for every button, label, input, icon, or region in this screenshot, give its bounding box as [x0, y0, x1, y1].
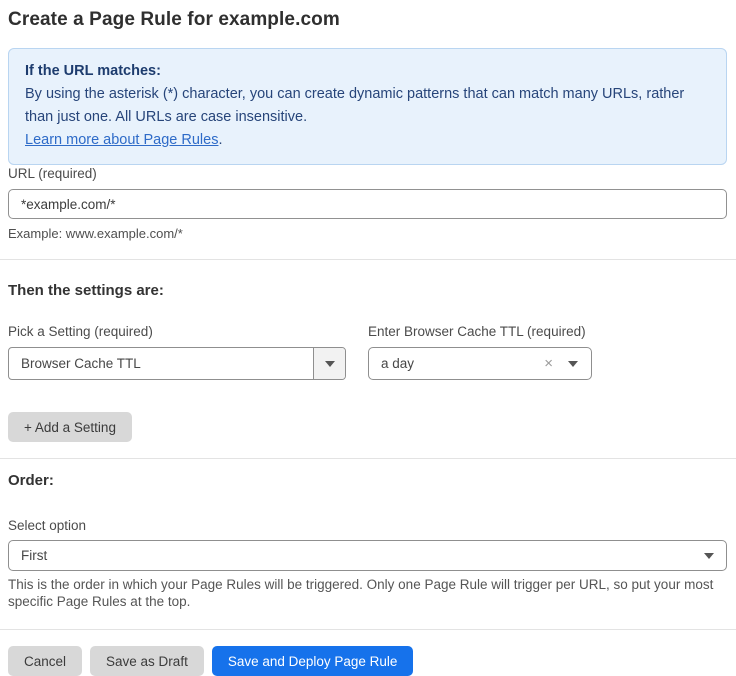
pick-setting-label: Pick a Setting (required) [8, 323, 346, 340]
order-selected-value: First [9, 548, 704, 563]
section-divider [0, 458, 736, 459]
info-box-body-text: By using the asterisk (*) character, you… [25, 86, 684, 125]
url-input[interactable] [8, 189, 727, 219]
chevron-down-icon [568, 361, 578, 367]
settings-section-heading: Then the settings are: [8, 282, 727, 300]
pick-setting-select[interactable]: Browser Cache TTL [8, 347, 346, 380]
footer-buttons: Cancel Save as Draft Save and Deploy Pag… [8, 646, 727, 676]
footer-divider [0, 629, 736, 630]
chevron-down-icon [704, 553, 714, 559]
info-box-body: By using the asterisk (*) character, you… [25, 83, 710, 129]
add-setting-button[interactable]: + Add a Setting [8, 412, 132, 442]
order-section-heading: Order: [8, 472, 727, 490]
ttl-select-icons: × [544, 356, 591, 371]
info-box-link-line: Learn more about Page Rules. [25, 129, 710, 152]
create-page-rule-form: Create a Page Rule for example.com If th… [0, 0, 736, 676]
ttl-selected-value: a day [369, 356, 544, 371]
pick-setting-selected-value: Browser Cache TTL [9, 356, 313, 371]
section-divider [0, 259, 736, 260]
order-select-label: Select option [8, 517, 727, 534]
ttl-label: Enter Browser Cache TTL (required) [368, 323, 592, 340]
cancel-button[interactable]: Cancel [8, 646, 82, 676]
chevron-down-icon [325, 361, 335, 367]
order-select[interactable]: First [8, 540, 727, 571]
info-box-heading: If the URL matches: [25, 60, 710, 83]
page-title: Create a Page Rule for example.com [8, 8, 727, 32]
url-example-helper: Example: www.example.com/* [8, 226, 727, 242]
settings-row: Pick a Setting (required) Browser Cache … [8, 323, 727, 380]
ttl-select[interactable]: a day × [368, 347, 592, 380]
pick-setting-column: Pick a Setting (required) Browser Cache … [8, 323, 346, 380]
dropdown-arrow-segment[interactable] [313, 348, 345, 379]
url-label: URL (required) [8, 166, 97, 181]
save-and-deploy-button[interactable]: Save and Deploy Page Rule [212, 646, 414, 676]
learn-more-link[interactable]: Learn more about Page Rules [25, 132, 218, 148]
ttl-column: Enter Browser Cache TTL (required) a day… [368, 323, 592, 380]
save-as-draft-button[interactable]: Save as Draft [90, 646, 204, 676]
link-period: . [218, 132, 222, 148]
order-helper-text: This is the order in which your Page Rul… [8, 577, 727, 610]
clear-selection-icon[interactable]: × [544, 356, 553, 371]
order-select-icons [704, 553, 726, 559]
url-match-info-box: If the URL matches: By using the asteris… [8, 48, 727, 165]
